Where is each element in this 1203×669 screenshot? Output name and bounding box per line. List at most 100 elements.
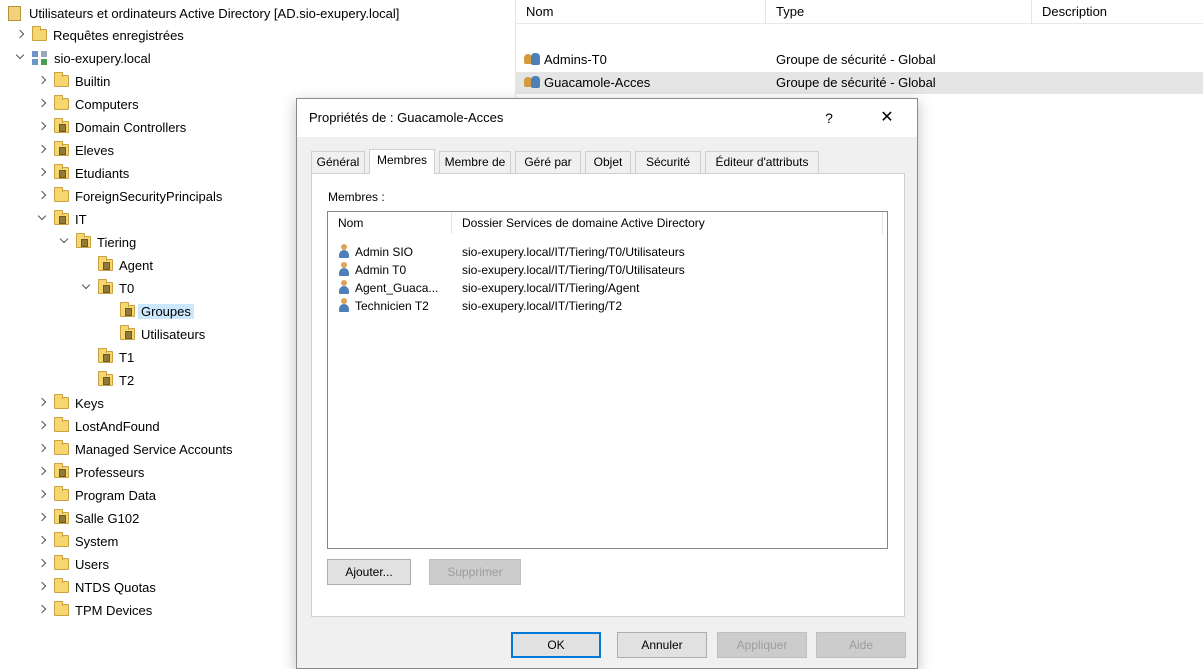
tree-root[interactable]: Utilisateurs et ordinateurs Active Direc… <box>8 2 399 24</box>
member-row[interactable]: Agent_Guaca... sio-exupery.local/IT/Tier… <box>328 279 887 297</box>
chevron-right-icon[interactable] <box>36 97 50 111</box>
member-folder: sio-exupery.local/IT/Tiering/T0/Utilisat… <box>462 263 685 277</box>
ou-folder-icon <box>98 256 113 271</box>
chevron-right-icon[interactable] <box>36 511 50 525</box>
tree-item-professeurs[interactable]: Professeurs <box>36 461 144 483</box>
tree-item-salle-g102[interactable]: Salle G102 <box>36 507 139 529</box>
member-row[interactable]: Admin SIO sio-exupery.local/IT/Tiering/T… <box>328 243 887 261</box>
chevron-down-icon[interactable] <box>36 212 50 226</box>
chevron-right-icon[interactable] <box>36 557 50 571</box>
tab-membre-de[interactable]: Membre de <box>439 151 511 173</box>
member-folder: sio-exupery.local/IT/Tiering/T2 <box>462 299 623 313</box>
chevron-right-icon[interactable] <box>36 488 50 502</box>
chevron-down-icon[interactable] <box>80 281 94 295</box>
chevron-down-icon[interactable] <box>14 51 28 65</box>
tree-item-t1[interactable]: T1 <box>98 346 134 368</box>
chevron-right-icon[interactable] <box>36 166 50 180</box>
tree-item-saved-queries[interactable]: Requêtes enregistrées <box>14 24 184 46</box>
tree-item-label: T2 <box>119 372 135 388</box>
list-row-selected[interactable]: Guacamole-Acces Groupe de sécurité - Glo… <box>516 72 1203 94</box>
add-button[interactable]: Ajouter... <box>327 559 411 585</box>
domain-icon <box>32 51 48 65</box>
tree-item-t2[interactable]: T2 <box>98 369 134 391</box>
chevron-right-icon[interactable] <box>36 465 50 479</box>
tree-item-agent[interactable]: Agent <box>98 254 153 276</box>
column-header-name[interactable]: Nom <box>516 0 766 24</box>
tab-general[interactable]: Général <box>311 151 365 173</box>
tree-item-eleves[interactable]: Eleves <box>36 139 114 161</box>
tree-item-label: LostAndFound <box>75 418 160 434</box>
tree-item-program-data[interactable]: Program Data <box>36 484 156 506</box>
member-folder: sio-exupery.local/IT/Tiering/Agent <box>462 281 640 295</box>
tab-objet[interactable]: Objet <box>585 151 631 173</box>
ou-folder-icon <box>54 509 69 524</box>
tree-item-tiering[interactable]: Tiering <box>58 231 136 253</box>
members-list-header: Nom Dossier Services de domaine Active D… <box>328 212 887 234</box>
chevron-right-icon[interactable] <box>36 74 50 88</box>
help-icon[interactable]: ? <box>817 106 841 130</box>
tree-item-builtin[interactable]: Builtin <box>36 70 110 92</box>
help-button[interactable]: Aide <box>816 632 906 658</box>
list-row[interactable]: Admins-T0 Groupe de sécurité - Global <box>516 49 1203 71</box>
tab-gere-par[interactable]: Géré par <box>515 151 581 173</box>
folder-icon <box>54 601 69 616</box>
tree-item-label: Domain Controllers <box>75 119 187 135</box>
tree-item-etudiants[interactable]: Etudiants <box>36 162 129 184</box>
tree-item-lost-and-found[interactable]: LostAndFound <box>36 415 160 437</box>
tree-item-computers[interactable]: Computers <box>36 93 139 115</box>
folder-icon <box>54 440 69 455</box>
chevron-right-icon[interactable] <box>36 143 50 157</box>
member-row[interactable]: Admin T0 sio-exupery.local/IT/Tiering/T0… <box>328 261 887 279</box>
tree-item-label: Professeurs <box>75 464 145 480</box>
chevron-right-icon[interactable] <box>36 396 50 410</box>
chevron-down-icon[interactable] <box>58 235 72 249</box>
tree-item-label: System <box>75 533 119 549</box>
folder-icon <box>54 95 69 110</box>
close-icon[interactable]: ✕ <box>872 106 902 130</box>
tree-item-domain-controllers[interactable]: Domain Controllers <box>36 116 186 138</box>
tree-item-ntds-quotas[interactable]: NTDS Quotas <box>36 576 156 598</box>
chevron-right-icon[interactable] <box>36 120 50 134</box>
tree-item-keys[interactable]: Keys <box>36 392 104 414</box>
tree-item-groupes[interactable]: Groupes <box>120 300 194 322</box>
user-icon <box>338 244 350 258</box>
tab-editeur-attributs[interactable]: Éditeur d'attributs <box>705 151 819 173</box>
tree-item-label: Managed Service Accounts <box>75 441 233 457</box>
tree-item-domain[interactable]: sio-exupery.local <box>14 47 151 69</box>
column-header-type[interactable]: Type <box>766 0 1032 24</box>
dialog-titlebar[interactable]: Propriétés de : Guacamole-Acces ? ✕ <box>297 99 917 137</box>
apply-button[interactable]: Appliquer <box>717 632 807 658</box>
chevron-right-icon[interactable] <box>36 442 50 456</box>
tab-securite[interactable]: Sécurité <box>635 151 701 173</box>
user-icon <box>338 262 350 276</box>
tree-item-users[interactable]: Users <box>36 553 109 575</box>
members-label: Membres : <box>328 190 385 204</box>
tree-item-foreign-security-principals[interactable]: ForeignSecurityPrincipals <box>36 185 222 207</box>
tree-item-t0[interactable]: T0 <box>80 277 134 299</box>
chevron-right-icon[interactable] <box>36 534 50 548</box>
properties-dialog: Propriétés de : Guacamole-Acces ? ✕ Géné… <box>296 98 918 669</box>
member-row[interactable]: Technicien T2 sio-exupery.local/IT/Tieri… <box>328 297 887 315</box>
tree-item-it[interactable]: IT <box>36 208 87 230</box>
chevron-right-icon[interactable] <box>36 580 50 594</box>
column-header-nom[interactable]: Nom <box>328 212 452 234</box>
ok-button[interactable]: OK <box>511 632 601 658</box>
chevron-right-icon[interactable] <box>36 189 50 203</box>
ou-folder-icon <box>54 210 69 225</box>
tab-membres[interactable]: Membres <box>369 149 435 174</box>
active-directory-icon <box>8 5 21 21</box>
tree-item-system[interactable]: System <box>36 530 118 552</box>
column-header-dossier[interactable]: Dossier Services de domaine Active Direc… <box>452 212 883 234</box>
chevron-right-icon[interactable] <box>36 603 50 617</box>
remove-button[interactable]: Supprimer <box>429 559 521 585</box>
tree-item-utilisateurs[interactable]: Utilisateurs <box>120 323 205 345</box>
cancel-button[interactable]: Annuler <box>617 632 707 658</box>
column-header-description[interactable]: Description <box>1032 0 1203 24</box>
chevron-right-icon[interactable] <box>14 28 28 42</box>
tree-item-label: Program Data <box>75 487 156 503</box>
folder-icon <box>54 394 69 409</box>
chevron-right-icon[interactable] <box>36 419 50 433</box>
tree-item-managed-service-accounts[interactable]: Managed Service Accounts <box>36 438 233 460</box>
tree-item-tpm-devices[interactable]: TPM Devices <box>36 599 152 621</box>
members-listview[interactable]: Nom Dossier Services de domaine Active D… <box>327 211 888 549</box>
